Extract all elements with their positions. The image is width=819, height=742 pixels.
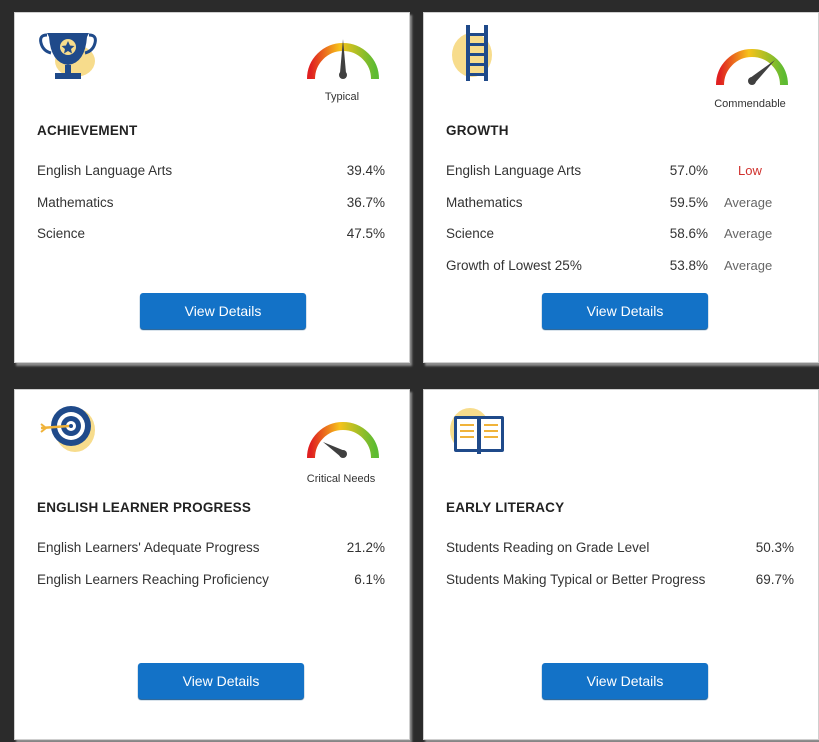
metric-row: Science 47.5% (37, 226, 387, 246)
rating-text: Average (724, 226, 773, 241)
gauge-rating-label: Typical (324, 91, 360, 103)
performance-gauge (303, 29, 383, 85)
metric-row: Mathematics 36.7% (37, 195, 387, 215)
metric-row: Mathematics 59.5% Average (446, 195, 796, 215)
metric-label: Students Making Typical or Better Progre… (446, 572, 706, 587)
early-literacy-card: EARLY LITERACY Students Reading on Grade… (423, 389, 819, 740)
view-details-button[interactable]: View Details (138, 663, 304, 699)
metric-row: Science 58.6% Average (446, 226, 796, 246)
metric-value: 59.5% (669, 195, 708, 210)
metric-value: 47.5% (346, 226, 385, 241)
metric-row: English Learners Reaching Proficiency 6.… (37, 572, 387, 592)
view-details-button[interactable]: View Details (542, 663, 708, 699)
card-title: ACHIEVEMENT (37, 123, 138, 138)
metric-label: Science (37, 226, 86, 241)
english-learner-progress-card: Critical Needs ENGLISH LEARNER PROGRESS … (14, 389, 410, 740)
card-title: ENGLISH LEARNER PROGRESS (37, 500, 252, 515)
rating-text: Average (724, 258, 773, 273)
ladder-icon (448, 23, 506, 85)
metric-row: Growth of Lowest 25% 53.8% Average (446, 258, 796, 278)
book-icon (448, 400, 506, 462)
metric-row: English Learners' Adequate Progress 21.2… (37, 540, 387, 560)
card-title: EARLY LITERACY (446, 500, 565, 515)
card-title: GROWTH (446, 123, 509, 138)
metric-label: Mathematics (37, 195, 114, 210)
metric-row: Students Making Typical or Better Progre… (446, 572, 796, 592)
view-details-button[interactable]: View Details (542, 293, 708, 329)
metric-value: 53.8% (669, 258, 708, 273)
metric-label: English Learners' Adequate Progress (37, 540, 260, 555)
gauge-rating-label: Commendable (714, 98, 786, 110)
metric-label: Students Reading on Grade Level (446, 540, 650, 555)
rating-text: Average (724, 195, 773, 210)
metric-value: 69.7% (755, 572, 794, 587)
growth-card: Commendable GROWTH English Language Arts… (423, 12, 819, 363)
metric-label: English Learners Reaching Proficiency (37, 572, 269, 587)
metric-value: 6.1% (354, 572, 385, 587)
metric-value: 21.2% (346, 540, 385, 555)
metric-value: 39.4% (346, 163, 385, 178)
metric-value: 58.6% (669, 226, 708, 241)
metric-label: Mathematics (446, 195, 523, 210)
target-icon (39, 400, 97, 462)
trophy-icon (39, 23, 97, 85)
metric-row: Students Reading on Grade Level 50.3% (446, 540, 796, 560)
metric-value: 57.0% (669, 163, 708, 178)
metric-label: Growth of Lowest 25% (446, 258, 582, 273)
metric-value: 36.7% (346, 195, 385, 210)
metric-label: English Language Arts (446, 163, 582, 178)
achievement-card: Typical ACHIEVEMENT English Language Art… (14, 12, 410, 363)
view-details-button[interactable]: View Details (140, 293, 306, 329)
metric-label: Science (446, 226, 495, 241)
metric-label: English Language Arts (37, 163, 173, 178)
rating-text: Low (738, 163, 762, 178)
metric-row: English Language Arts 57.0% Low (446, 163, 796, 183)
metric-value: 50.3% (755, 540, 794, 555)
performance-gauge (712, 35, 792, 91)
gauge-rating-label: Critical Needs (306, 473, 376, 485)
metric-row: English Language Arts 39.4% (37, 163, 387, 183)
performance-gauge (303, 408, 383, 464)
